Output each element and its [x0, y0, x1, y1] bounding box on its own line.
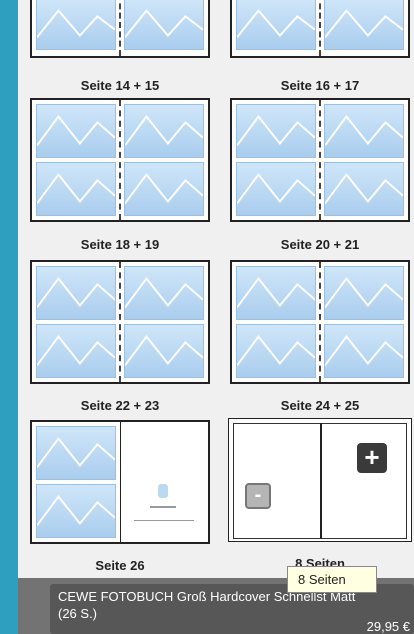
remove-pages-button[interactable]: - [245, 483, 271, 509]
page-thumb-26[interactable] [30, 420, 210, 544]
page-label: Seite 18 + 19 [80, 237, 160, 252]
page-label: Seite 14 + 15 [80, 78, 160, 93]
photo-placeholder [324, 0, 404, 50]
spread-thumb-24-25[interactable] [230, 260, 410, 384]
photo-placeholder [236, 324, 316, 378]
photo-placeholder [236, 0, 316, 50]
photo-placeholder [36, 266, 116, 320]
photo-placeholder [124, 266, 204, 320]
photo-placeholder [324, 266, 404, 320]
photo-placeholder [324, 104, 404, 158]
spread-thumb-partial[interactable] [230, 0, 410, 58]
photo-placeholder [36, 324, 116, 378]
add-pages-spread[interactable]: - + [228, 418, 412, 542]
photo-placeholder [124, 324, 204, 378]
page-label: Seite 26 [95, 558, 145, 573]
page-overview-panel: Seite 14 + 15 Seite 16 + 17 Seite 18 + 1… [18, 0, 414, 634]
logo-icon [158, 484, 168, 498]
back-cover-page [120, 422, 208, 542]
spread-thumb-20-21[interactable] [230, 98, 410, 222]
spread-thumb-18-19[interactable] [30, 98, 210, 222]
photo-placeholder [324, 162, 404, 216]
tooltip: 8 Seiten [287, 566, 377, 593]
photo-placeholder [36, 104, 116, 158]
photo-placeholder [36, 162, 116, 216]
photo-placeholder [236, 162, 316, 216]
page-label: Seite 22 + 23 [80, 398, 160, 413]
page-label: Seite 24 + 25 [280, 398, 360, 413]
photo-placeholder [236, 104, 316, 158]
photo-placeholder [36, 426, 116, 480]
spread-thumb-22-23[interactable] [30, 260, 210, 384]
photo-placeholder [124, 162, 204, 216]
add-pages-button[interactable]: + [357, 443, 387, 473]
page-label: Seite 20 + 21 [280, 237, 360, 252]
product-price: 29,95 € [366, 619, 410, 634]
photo-placeholder [124, 104, 204, 158]
photo-placeholder [36, 0, 116, 50]
product-pages: (26 S.) [58, 606, 98, 621]
page-label: Seite 16 + 17 [280, 78, 360, 93]
photo-placeholder [124, 0, 204, 50]
photo-placeholder [236, 266, 316, 320]
photo-placeholder [324, 324, 404, 378]
spread-thumb-partial[interactable] [30, 0, 210, 58]
photo-placeholder [36, 484, 116, 538]
